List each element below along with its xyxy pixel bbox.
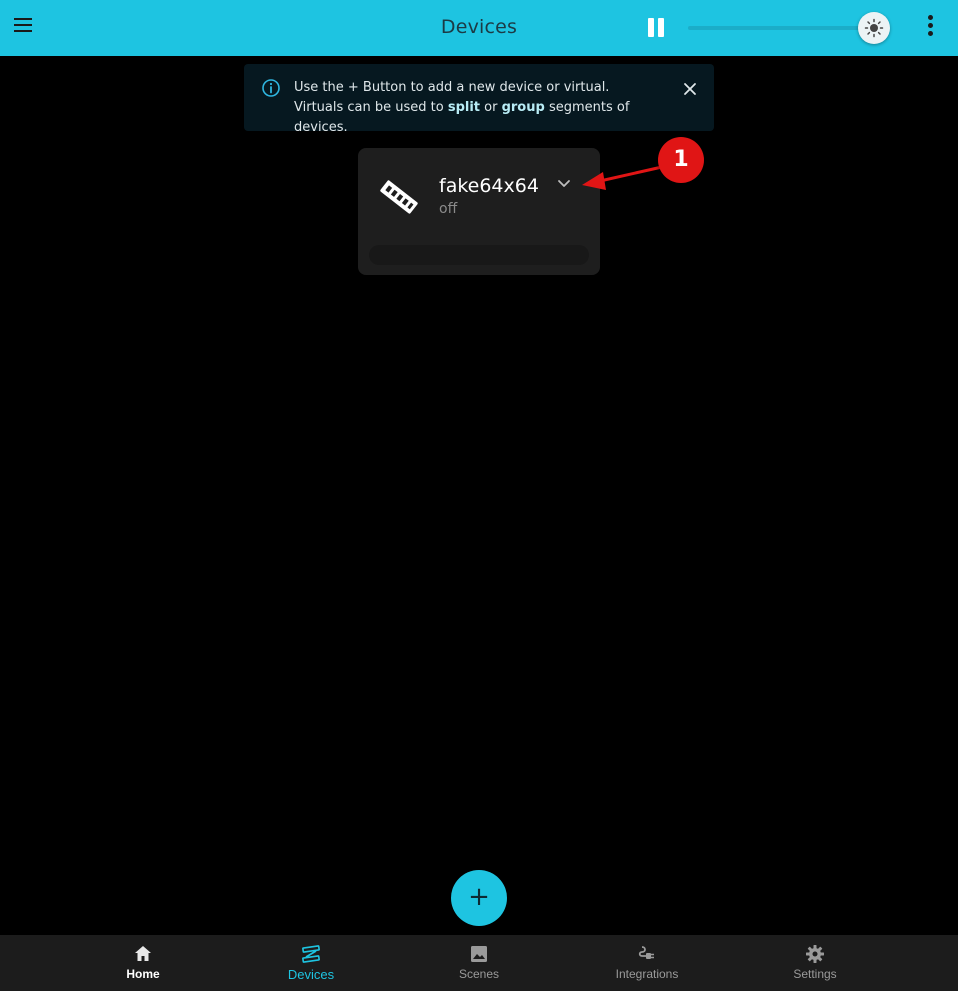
device-effect-bar	[369, 245, 589, 265]
nav-scenes-label: Scenes	[458, 967, 500, 981]
info-bold-group: group	[501, 100, 545, 115]
home-icon	[135, 946, 151, 961]
nav-home[interactable]: Home	[75, 935, 211, 991]
plug-icon	[638, 946, 654, 959]
nav-integrations[interactable]: Integrations	[579, 935, 715, 991]
info-icon	[262, 79, 280, 97]
info-line-2-prefix: Virtuals can be used to	[294, 100, 448, 115]
close-icon[interactable]	[682, 81, 698, 97]
nav-home-label: Home	[126, 967, 160, 981]
device-name: fake64x64	[439, 175, 539, 197]
info-line-1: Use the + Button to add a new device or …	[294, 80, 610, 95]
device-status: off	[439, 201, 458, 217]
image-icon	[471, 946, 487, 962]
nav-devices[interactable]: Devices	[243, 935, 379, 991]
pause-icon[interactable]	[647, 18, 665, 38]
app-page: Devices Use the + Button to add a new de…	[0, 0, 958, 991]
gear-icon	[806, 945, 824, 963]
sun-icon	[864, 18, 884, 38]
info-bold-split: split	[447, 100, 481, 115]
brightness-slider[interactable]	[688, 26, 874, 30]
nav-scenes[interactable]: Scenes	[411, 935, 547, 991]
led-strip-icon	[380, 180, 418, 214]
info-banner-text: Use the + Button to add a new device or …	[294, 78, 684, 138]
nav-devices-label: Devices	[287, 967, 335, 982]
expand-button[interactable]	[554, 175, 574, 193]
bottom-navigation: Home Devices Scenes Integrations Setting…	[0, 935, 958, 991]
chevron-down-icon	[558, 180, 570, 187]
info-line-2-mid: or	[480, 100, 502, 115]
nav-settings[interactable]: Settings	[747, 935, 883, 991]
device-card[interactable]: fake64x64 off	[358, 148, 600, 275]
nav-integrations-label: Integrations	[615, 967, 679, 981]
add-device-button[interactable]: +	[451, 870, 507, 926]
more-options-icon[interactable]	[922, 15, 938, 41]
info-line-2: Virtuals can be used to split or group s…	[294, 98, 684, 138]
annotation-badge: 1	[658, 137, 704, 183]
top-app-bar: Devices	[0, 0, 958, 56]
brightness-slider-thumb[interactable]	[858, 12, 890, 44]
info-banner: Use the + Button to add a new device or …	[244, 64, 714, 135]
nav-settings-label: Settings	[793, 967, 837, 981]
devices-icon	[302, 945, 320, 963]
